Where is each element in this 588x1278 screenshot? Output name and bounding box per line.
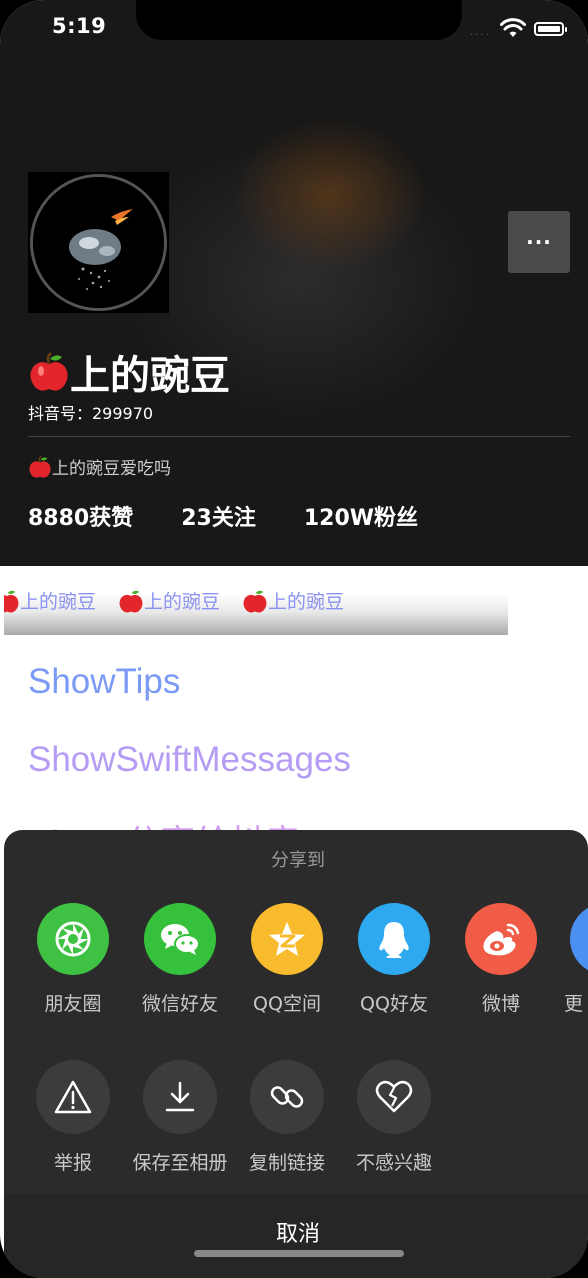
action-not-interested[interactable]: 不感兴趣 [344, 1060, 444, 1175]
show-swift-messages-link[interactable]: ShowSwiftMessages [28, 740, 351, 780]
wifi-icon [500, 18, 526, 37]
moments-icon [37, 903, 109, 975]
douyin-id: 抖音号：299970 [28, 404, 154, 423]
profile-name-text: 上的豌豆 [70, 353, 230, 399]
cellular-icon: ···· [470, 30, 491, 41]
profile-header: 5:19 ···· ··· 上的豌豆 抖音号：299970 上的豌豆爱吃吗 88… [0, 0, 588, 566]
marquee-item-text: 上的豌豆 [20, 591, 97, 613]
apple-emoji-icon [119, 590, 143, 613]
download-icon [143, 1060, 217, 1134]
broken-heart-icon [357, 1060, 431, 1134]
share-label: 微信好友 [141, 993, 218, 1015]
share-wechat[interactable]: 微信好友 [130, 903, 230, 1016]
fans-count[interactable]: 120W粉丝 [304, 500, 418, 532]
divider [28, 436, 570, 437]
apple-emoji-icon [30, 352, 68, 391]
apple-emoji-icon [4, 590, 19, 613]
share-label: QQ好友 [360, 993, 428, 1015]
share-weibo[interactable]: 微博 [451, 903, 551, 1016]
share-label: 微博 [481, 993, 520, 1015]
share-label: 朋友圈 [44, 993, 102, 1015]
apple-logo-image [33, 177, 164, 308]
profile-bio: 上的豌豆爱吃吗 [28, 454, 171, 479]
apple-emoji-icon [29, 455, 51, 478]
warning-icon [36, 1060, 110, 1134]
wechat-icon [144, 903, 216, 975]
share-label: 更 [564, 993, 584, 1015]
marquee-item: 上的豌豆 [4, 587, 96, 614]
show-tips-link[interactable]: ShowTips [28, 662, 180, 702]
marquee-item: 上的豌豆 [242, 587, 344, 614]
action-save-album[interactable]: 保存至相册 [130, 1060, 230, 1175]
marquee-track: 上的豌豆 上的豌豆 上的豌豆 [4, 587, 366, 614]
share-qzone[interactable]: QQ空间 [237, 903, 337, 1016]
status-bar: 5:19 ···· [0, 0, 588, 60]
following-count[interactable]: 23关注 [181, 500, 256, 532]
more-share-icon [570, 903, 588, 975]
battery-icon [534, 22, 567, 36]
more-options-button[interactable]: ··· [508, 211, 570, 273]
profile-stats: 8880获赞 23关注 120W粉丝 [28, 500, 418, 532]
action-label: 举报 [53, 1152, 92, 1174]
link-icon [250, 1060, 324, 1134]
weibo-icon [465, 903, 537, 975]
share-more[interactable]: 更 [548, 903, 588, 1016]
action-label: 复制链接 [248, 1152, 325, 1174]
likes-count[interactable]: 8880获赞 [28, 500, 133, 532]
share-qq[interactable]: QQ好友 [344, 903, 444, 1016]
qq-icon [358, 903, 430, 975]
action-copy-link[interactable]: 复制链接 [237, 1060, 337, 1175]
marquee-banner: 上的豌豆 上的豌豆 上的豌豆 [4, 585, 508, 635]
share-moments[interactable]: 朋友圈 [23, 903, 123, 1016]
action-label: 不感兴趣 [355, 1152, 432, 1174]
marquee-item-text: 上的豌豆 [144, 591, 221, 613]
marquee-item: 上的豌豆 [118, 587, 220, 614]
status-time: 5:19 [52, 14, 107, 38]
apple-emoji-icon [243, 590, 267, 613]
profile-name: 上的豌豆 [28, 343, 230, 401]
cancel-button[interactable]: 取消 [0, 1216, 588, 1248]
qzone-icon [251, 903, 323, 975]
share-sheet-title: 分享到 [271, 850, 325, 871]
marquee-item-text: 上的豌豆 [268, 591, 345, 613]
home-indicator[interactable] [194, 1250, 404, 1257]
avatar[interactable] [28, 172, 169, 313]
share-label: QQ空间 [253, 993, 321, 1015]
action-report[interactable]: 举报 [23, 1060, 123, 1175]
notch [136, 0, 462, 40]
action-label: 保存至相册 [132, 1152, 228, 1174]
profile-bio-text: 上的豌豆爱吃吗 [52, 459, 171, 479]
phone-screen: 5:19 ···· ··· 上的豌豆 抖音号：299970 上的豌豆爱吃吗 88… [0, 0, 588, 1278]
